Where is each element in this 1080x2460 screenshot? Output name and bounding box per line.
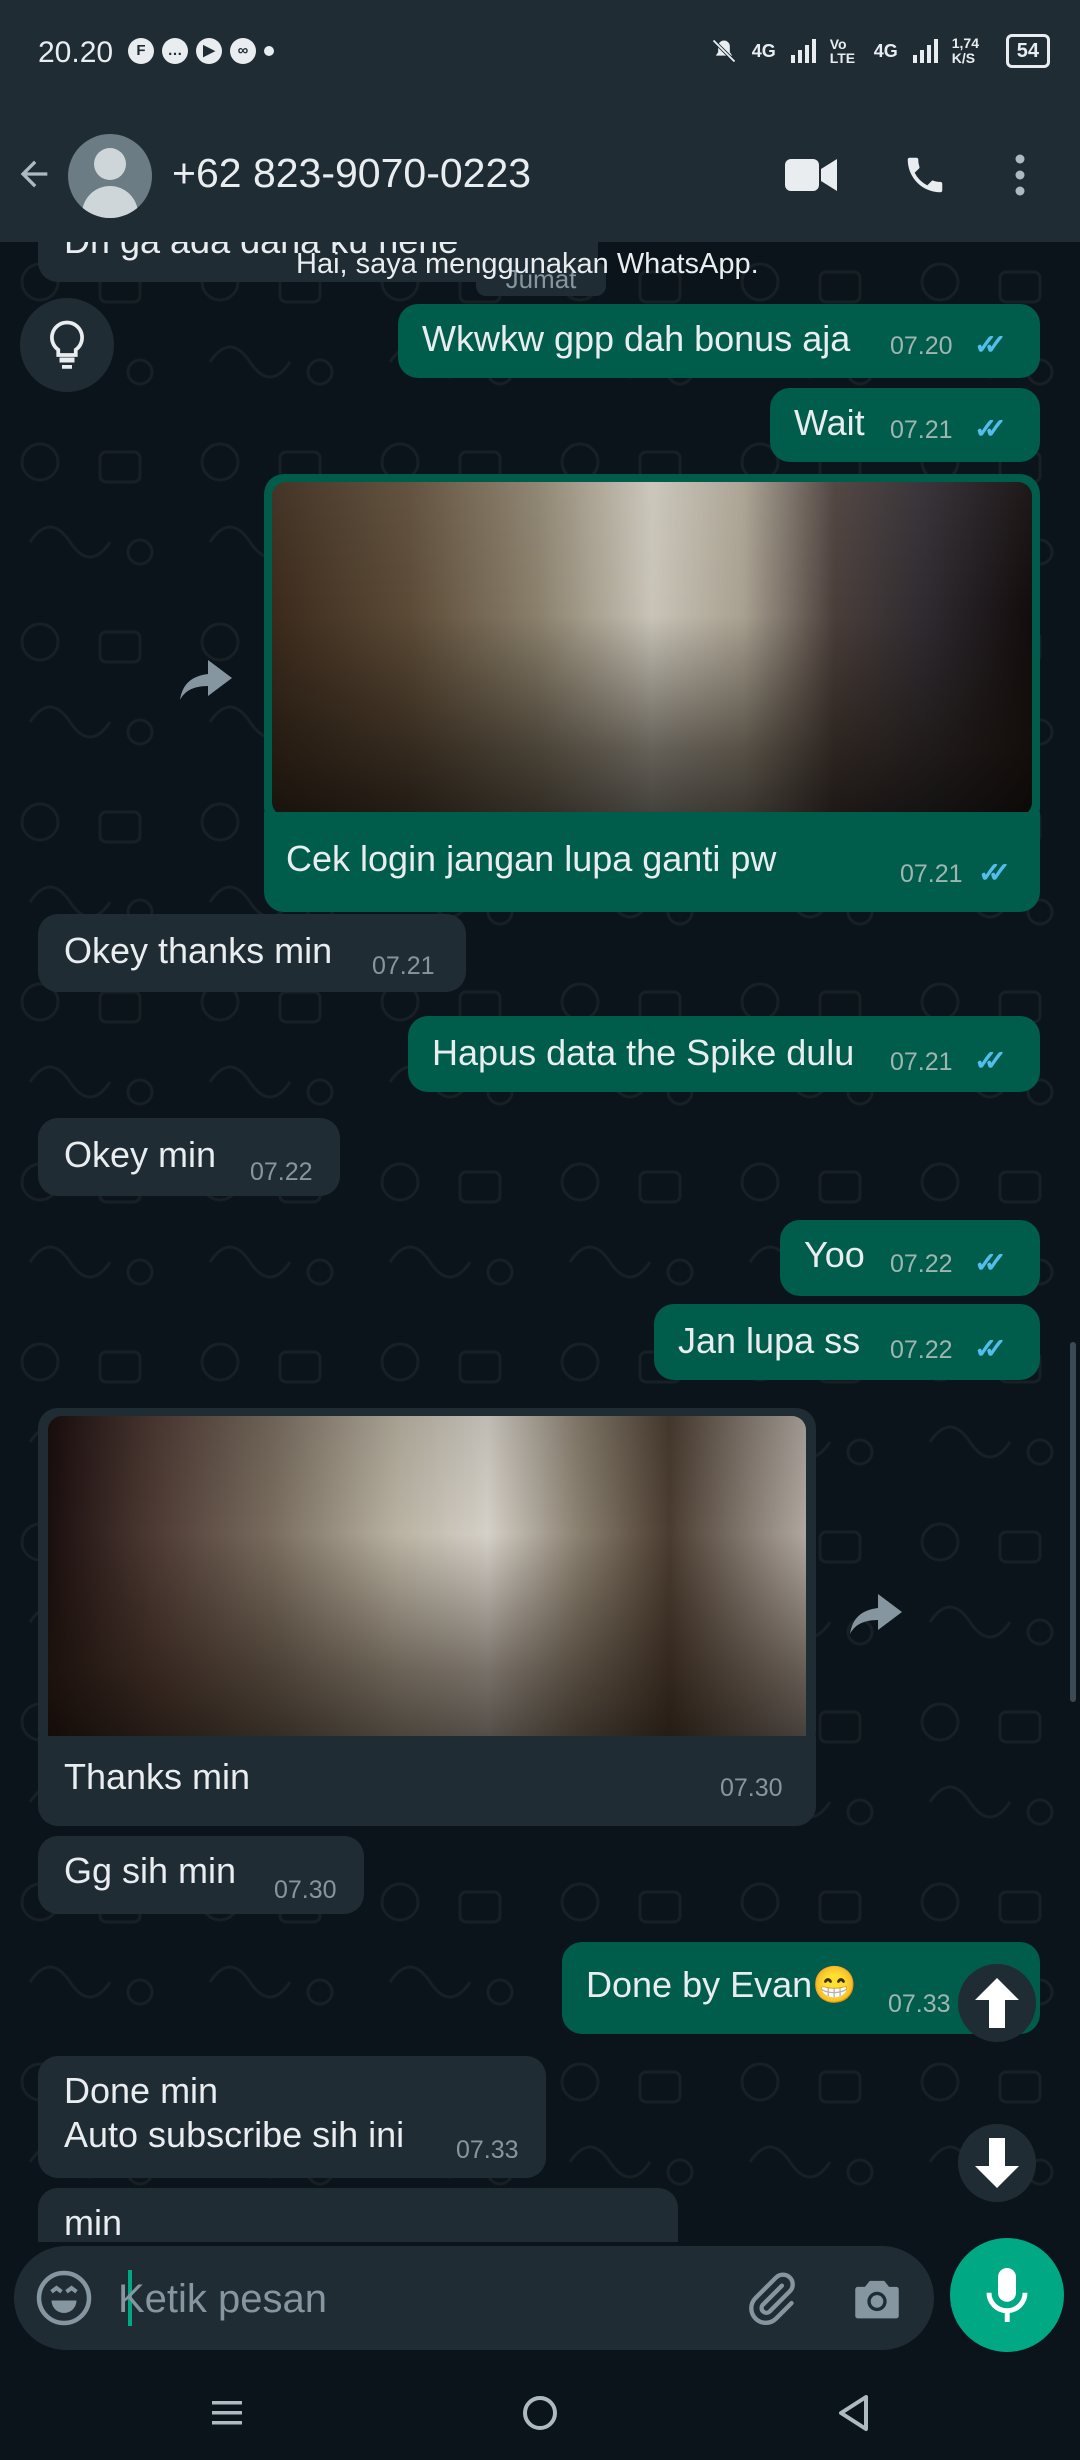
emoji-icon[interactable]	[34, 2268, 94, 2328]
read-ticks-icon: ✓✓	[978, 857, 1011, 888]
message-time: 07.22	[250, 1158, 313, 1186]
network-type: 4G	[751, 40, 776, 61]
status-time: 20.20	[38, 36, 114, 69]
message-time: 07.33	[456, 2136, 519, 2164]
mute-icon	[711, 39, 736, 63]
home-icon[interactable]	[515, 2388, 565, 2438]
message-text: min	[64, 2202, 123, 2242]
attach-icon[interactable]	[742, 2270, 800, 2328]
signal-icon	[790, 39, 816, 63]
read-ticks-icon: ✓✓	[974, 1247, 1007, 1278]
scroll-up-button[interactable]	[958, 1964, 1036, 2042]
blurred-image[interactable]	[272, 482, 1032, 816]
message-text: Jan lupa ss	[678, 1320, 861, 1361]
message-bubble-incoming[interactable]: Okey thanks min 07.21	[38, 914, 466, 992]
youtube-icon: ▶	[196, 38, 222, 64]
blurred-image[interactable]	[48, 1416, 806, 1754]
more-notifications-dot-icon	[264, 46, 274, 56]
message-time: 07.30	[274, 1876, 337, 1904]
message-bubble-outgoing[interactable]: Jan lupa ss 07.22 ✓✓	[654, 1304, 1040, 1380]
chat-area[interactable]: Dri ga ada dana ku nene Jumat Hai, saya …	[0, 242, 1080, 2242]
recents-icon[interactable]	[202, 2388, 252, 2438]
message-composer	[14, 2246, 934, 2350]
voice-call-icon[interactable]	[898, 148, 952, 202]
message-time: 07.21	[372, 952, 435, 980]
contact-name[interactable]: +62 823-9070-0223	[172, 150, 531, 197]
scroll-down-button[interactable]	[958, 2124, 1036, 2202]
message-text: Okey min	[64, 1134, 217, 1175]
message-text: Gg sih min	[64, 1850, 237, 1891]
back-arrow-icon[interactable]	[14, 154, 54, 205]
message-time: 07.22	[890, 1250, 953, 1278]
message-bubble-outgoing[interactable]: Wait 07.21 ✓✓	[770, 388, 1040, 462]
message-bubble-outgoing[interactable]: Wkwkw gpp dah bonus aja 07.20 ✓✓	[398, 304, 1040, 378]
network-speed: 1,74 K/S	[951, 35, 979, 66]
status-right: 4G Vo LTE 4G 1,74 K/S 54	[710, 34, 1050, 68]
ff-app-icon: F	[128, 38, 154, 64]
chat-header: +62 823-9070-0223	[0, 108, 1080, 242]
system-nav-bar	[0, 2366, 1080, 2460]
message-text: Okey thanks min	[64, 930, 333, 971]
forward-icon[interactable]	[846, 1584, 906, 1644]
ai-assistant-button[interactable]	[20, 298, 114, 392]
read-ticks-icon: ✓✓	[974, 413, 1007, 444]
camera-icon[interactable]	[848, 2270, 906, 2328]
message-bubble-partial[interactable]: min	[38, 2188, 678, 2242]
image-message-outgoing[interactable]	[264, 474, 1040, 828]
network-type-2: 4G	[873, 40, 898, 61]
back-icon[interactable]	[828, 2388, 878, 2438]
message-bubble-incoming[interactable]: Okey min 07.22	[38, 1118, 340, 1196]
message-bubble-outgoing[interactable]: Hapus data the Spike dulu 07.21 ✓✓	[408, 1016, 1040, 1092]
image-caption: Cek login jangan lupa ganti pw	[286, 838, 777, 879]
read-ticks-icon: ✓✓	[974, 1333, 1007, 1364]
lightbulb-icon	[50, 320, 84, 369]
message-time: 07.21	[890, 416, 953, 444]
message-time: 07.20	[890, 332, 953, 360]
message-time: 07.30	[720, 1774, 783, 1802]
avatar[interactable]	[68, 134, 152, 218]
image-caption-incoming[interactable]: Thanks min 07.30	[38, 1736, 816, 1826]
message-input[interactable]	[116, 2268, 720, 2330]
message-time: 07.33	[888, 1990, 951, 2018]
image-caption: Thanks min	[64, 1756, 251, 1797]
about-notice: Hai, saya menggunakan WhatsApp.	[296, 248, 759, 280]
message-time: 07.21	[900, 860, 963, 888]
status-bar: 20.20 F … ▶ ∞ 4G Vo LTE 4G 1,74 K/S 54	[0, 0, 1080, 108]
message-bubble-incoming[interactable]: Gg sih min 07.30	[38, 1836, 364, 1914]
mic-icon	[986, 2268, 1028, 2322]
read-ticks-icon: ✓✓	[974, 329, 1007, 360]
signal-icon-2	[912, 39, 938, 63]
message-text: Wkwkw gpp dah bonus aja	[422, 318, 851, 359]
volte-label: Vo LTE	[829, 36, 856, 66]
message-text: Wait	[794, 402, 865, 443]
read-ticks-icon: ✓✓	[974, 1045, 1007, 1076]
image-message-incoming[interactable]	[38, 1408, 816, 1754]
forward-icon[interactable]	[176, 650, 236, 710]
message-bubble-incoming[interactable]: Done min Auto subscribe sih ini 07.33	[38, 2056, 546, 2178]
message-text-line1: Done min	[64, 2070, 219, 2111]
arrow-down-icon	[975, 2138, 1019, 2188]
message-text-line2: Auto subscribe sih ini	[64, 2114, 405, 2155]
arrow-up-icon	[975, 1978, 1019, 2028]
message-bubble-outgoing[interactable]: Yoo 07.22 ✓✓	[780, 1220, 1040, 1296]
battery-level: 54	[1005, 34, 1050, 68]
message-text: Yoo	[804, 1234, 865, 1275]
link-app-icon: ∞	[230, 38, 256, 64]
message-time: 07.22	[890, 1336, 953, 1364]
notification-icons: F … ▶ ∞	[128, 38, 274, 64]
chat-app-icon: …	[162, 38, 188, 64]
video-call-icon[interactable]	[784, 148, 838, 202]
message-text: Hapus data the Spike dulu	[432, 1032, 855, 1073]
more-vert-icon[interactable]	[1000, 148, 1040, 202]
mic-button[interactable]	[950, 2238, 1064, 2352]
image-caption-outgoing[interactable]: Cek login jangan lupa ganti pw 07.21 ✓✓	[264, 812, 1040, 912]
message-time: 07.21	[890, 1048, 953, 1076]
message-text: Done by Evan😁	[586, 1964, 857, 2005]
chat-scrollbar[interactable]	[1070, 1342, 1076, 1702]
